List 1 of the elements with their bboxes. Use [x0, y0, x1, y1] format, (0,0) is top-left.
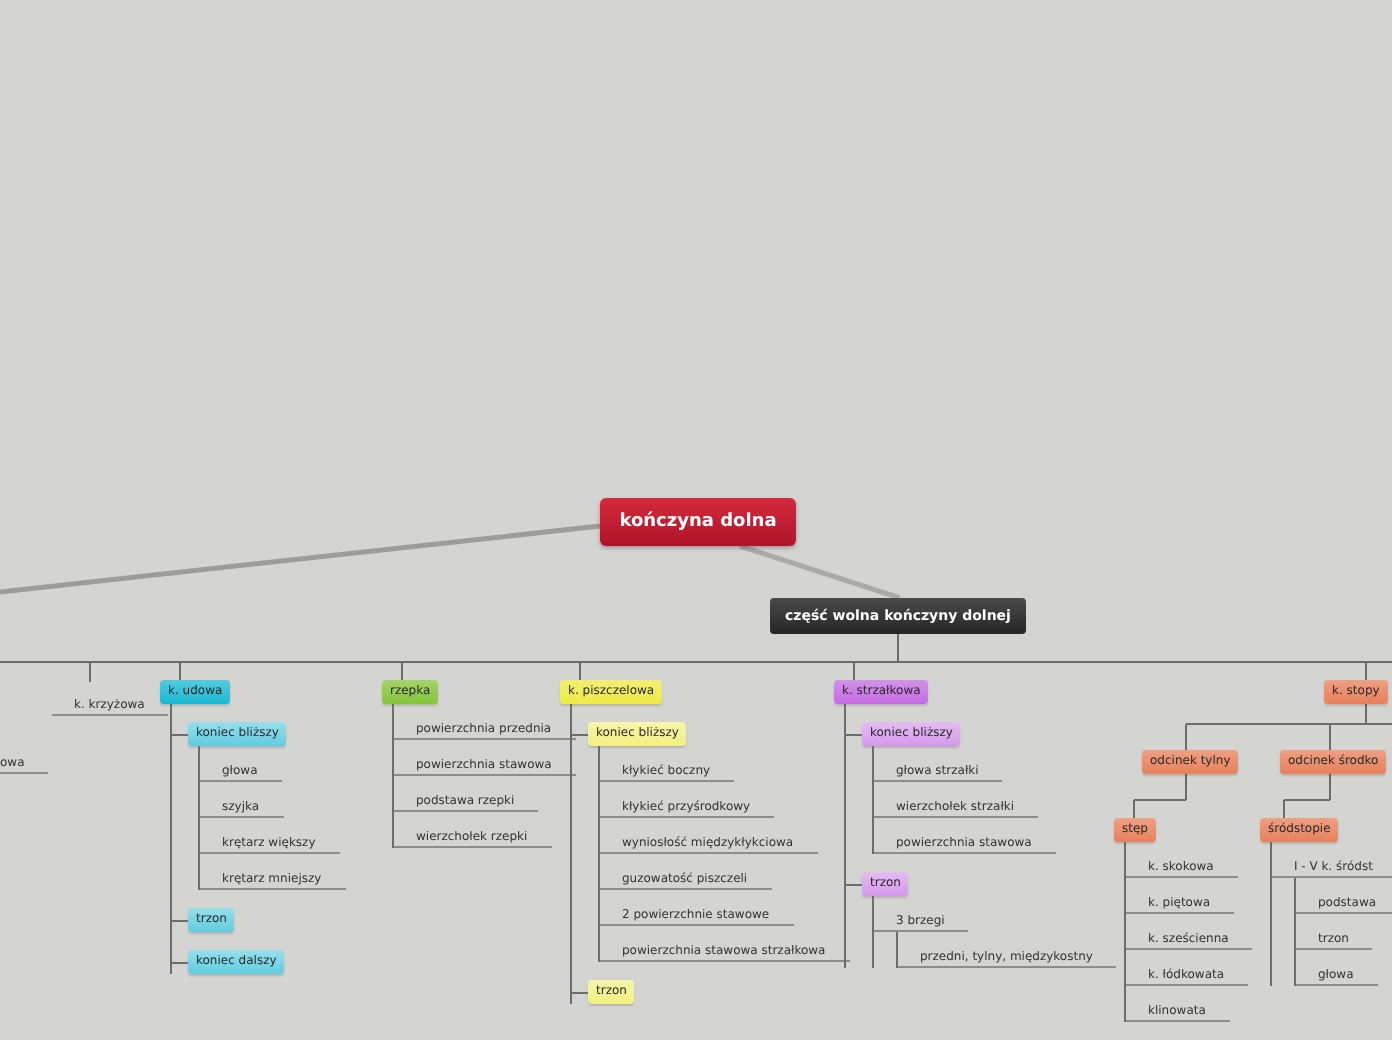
root-node[interactable]: kończyna dolna	[600, 498, 796, 546]
